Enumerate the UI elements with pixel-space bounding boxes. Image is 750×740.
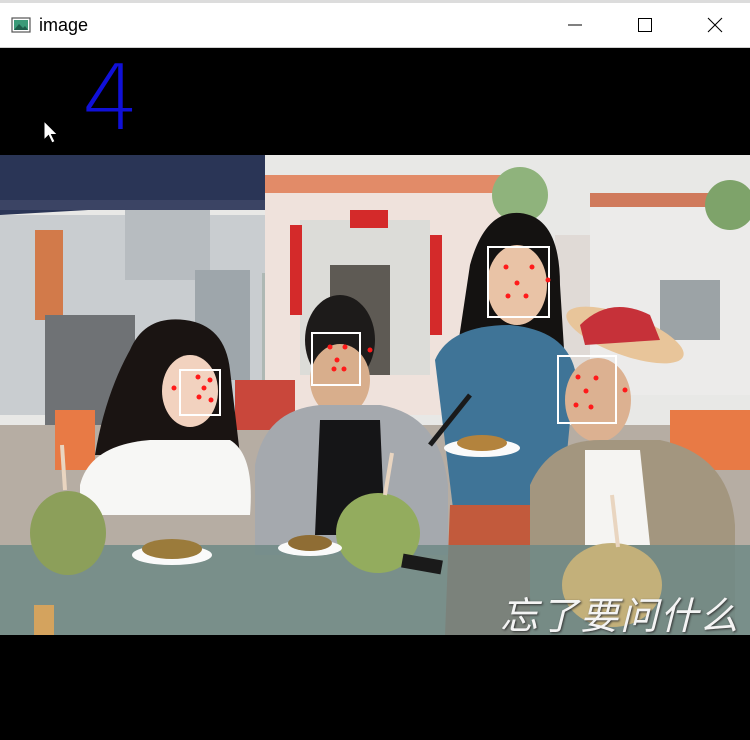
face-count-label: 4 <box>82 46 140 151</box>
maximize-icon <box>638 18 652 32</box>
close-button[interactable] <box>680 3 750 47</box>
video-subtitle: 忘了要问什么 <box>500 594 741 635</box>
minimize-icon <box>568 24 582 26</box>
title-bar[interactable]: image <box>0 3 750 48</box>
video-frame-scene <box>0 155 750 635</box>
image-canvas[interactable]: 4 忘了要问什么 <box>0 48 750 740</box>
maximize-button[interactable] <box>610 3 680 47</box>
mouse-cursor-icon <box>43 120 59 144</box>
video-frame: 忘了要问什么 <box>0 155 750 635</box>
close-icon <box>707 17 723 33</box>
minimize-button[interactable] <box>540 3 610 47</box>
window-controls <box>540 3 750 47</box>
image-app-icon <box>11 17 31 33</box>
window-title: image <box>39 14 89 35</box>
